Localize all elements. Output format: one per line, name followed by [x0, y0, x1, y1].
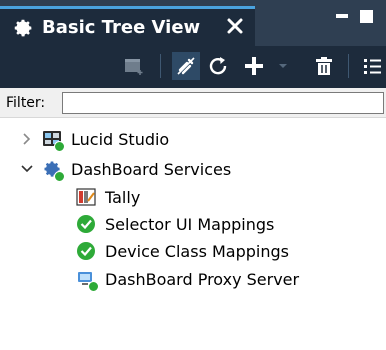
delete-icon	[316, 57, 332, 75]
add-dropdown-button[interactable]	[276, 52, 290, 80]
list-view-button[interactable]	[358, 52, 386, 80]
tree-node-label: Selector UI Mappings	[105, 214, 275, 234]
tree-node-selector-ui-mappings[interactable]: Selector UI Mappings	[76, 211, 274, 237]
chevron-down-icon	[279, 64, 287, 68]
gear-icon	[14, 19, 32, 36]
close-icon[interactable]	[226, 17, 244, 35]
status-ok-icon	[54, 141, 65, 152]
tab-basic-tree-view[interactable]: Basic Tree View	[0, 6, 255, 46]
new-node-button[interactable]	[120, 52, 148, 80]
status-ok-icon	[54, 171, 65, 182]
add-icon	[245, 57, 263, 75]
delete-button[interactable]	[310, 52, 338, 80]
minimize-icon[interactable]	[336, 14, 348, 18]
toolbar	[0, 46, 386, 88]
green-check-icon	[76, 241, 96, 261]
tree-node-label: DashBoard Proxy Server	[105, 269, 300, 289]
toolbar-separator	[160, 54, 161, 78]
chevron-right-icon[interactable]	[20, 132, 34, 146]
filter-label: Filter:	[6, 95, 46, 111]
green-check-icon	[76, 214, 96, 234]
title-bar: Basic Tree View	[0, 0, 386, 46]
refresh-button[interactable]	[204, 52, 232, 80]
tree-node-dashboard-services[interactable]: DashBoard Services	[20, 156, 231, 182]
new-node-icon	[125, 59, 143, 75]
disconnect-button[interactable]	[172, 52, 200, 80]
filter-input[interactable]	[62, 92, 384, 114]
tree-node-lucid-studio[interactable]: Lucid Studio	[20, 126, 169, 152]
toolbar-separator	[348, 54, 349, 78]
chevron-down-icon[interactable]	[20, 162, 34, 176]
lucid-studio-icon	[42, 129, 65, 152]
tab-title: Basic Tree View	[42, 17, 201, 38]
tree-node-tally[interactable]: Tally	[76, 184, 140, 210]
maximize-icon[interactable]	[360, 10, 373, 23]
filter-row: Filter:	[0, 88, 386, 118]
proxy-server-icon	[76, 269, 99, 292]
refresh-icon	[209, 57, 227, 75]
tree-node-label: Lucid Studio	[71, 129, 170, 149]
services-gear-icon	[42, 159, 65, 182]
tree-node-label: Tally	[105, 187, 141, 207]
tree-node-label: Device Class Mappings	[105, 241, 289, 261]
add-button[interactable]	[240, 52, 268, 80]
list-view-icon	[364, 59, 381, 74]
tree-node-device-class-mappings[interactable]: Device Class Mappings	[76, 238, 289, 264]
tree-node-label: DashBoard Services	[71, 159, 232, 179]
tree-node-dashboard-proxy-server[interactable]: DashBoard Proxy Server	[76, 266, 299, 292]
status-ok-icon	[88, 281, 99, 292]
tally-icon	[76, 187, 96, 207]
disconnect-icon	[177, 57, 195, 75]
